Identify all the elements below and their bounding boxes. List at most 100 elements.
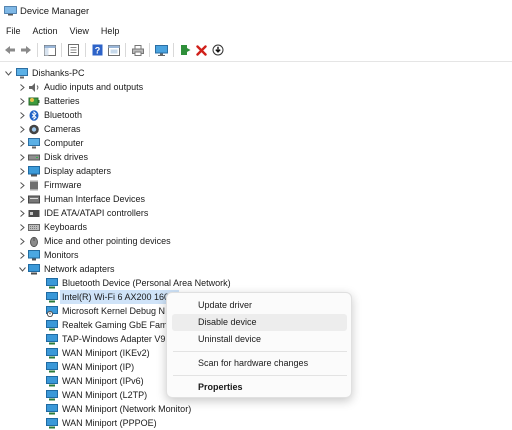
network-adapter-item[interactable]: Realtek Gaming GbE Famil — [46, 318, 172, 332]
network-adapter-item[interactable]: WAN Miniport (IP) — [46, 360, 134, 374]
menu-view[interactable]: View — [64, 23, 95, 39]
network-adapter-label: TAP-Windows Adapter V9 — [62, 334, 166, 344]
uninstall-device-menu-item[interactable]: Uninstall device — [172, 331, 347, 348]
camera-icon — [28, 124, 40, 135]
properties-sheet-icon[interactable] — [67, 44, 80, 57]
tree-category-human-interface-devices[interactable]: Human Interface Devices — [18, 192, 145, 206]
toolbar-separator — [85, 43, 86, 57]
speaker-icon — [28, 82, 40, 93]
network-adapter-label: Realtek Gaming GbE Famil — [62, 320, 172, 330]
chevron-right-icon[interactable] — [18, 153, 26, 161]
category-label: Keyboards — [44, 222, 88, 232]
tree-category-batteries[interactable]: Batteries — [18, 94, 80, 108]
menu-action[interactable]: Action — [27, 23, 64, 39]
net-adapter-warning-icon — [46, 305, 58, 317]
display-icon — [28, 165, 40, 177]
network-adapter-item[interactable]: WAN Miniport (IPv6) — [46, 374, 144, 388]
chevron-right-icon[interactable] — [18, 251, 26, 259]
category-label: Human Interface Devices — [44, 194, 146, 204]
network-adapter-label: WAN Miniport (IPv6) — [62, 376, 144, 386]
menu-separator — [173, 351, 347, 352]
disable-device-menu-item[interactable]: Disable device — [172, 314, 347, 331]
tree-category-network-adapters[interactable]: Network adapters — [18, 262, 115, 276]
category-label: Monitors — [44, 250, 79, 260]
tree-category-audio-inputs-and-outputs[interactable]: Audio inputs and outputs — [18, 80, 143, 94]
chevron-down-icon[interactable] — [4, 69, 12, 77]
tree-category-keyboards[interactable]: Keyboards — [18, 220, 87, 234]
scan-hardware-menu-item[interactable]: Scan for hardware changes — [172, 355, 347, 372]
net-adapter-icon — [46, 361, 58, 373]
tree-category-bluetooth[interactable]: Bluetooth — [18, 108, 82, 122]
chevron-right-icon[interactable] — [18, 195, 26, 203]
network-adapter-item[interactable]: Intel(R) Wi-Fi 6 AX200 160M — [46, 290, 179, 304]
chevron-right-icon[interactable] — [18, 111, 26, 119]
tree-category-display-adapters[interactable]: Display adapters — [18, 164, 111, 178]
disk-icon — [28, 152, 40, 163]
svg-text:?: ? — [95, 46, 101, 56]
tree-category-cameras[interactable]: Cameras — [18, 122, 81, 136]
update-driver-icon[interactable] — [179, 44, 192, 57]
forward-arrow-icon[interactable] — [19, 44, 32, 57]
chevron-right-icon[interactable] — [18, 209, 26, 217]
category-label: Bluetooth — [44, 110, 83, 120]
network-adapter-item[interactable]: WAN Miniport (L2TP) — [46, 388, 147, 402]
hid-icon — [28, 194, 40, 205]
root-label: Dishanks-PC — [32, 68, 85, 78]
tree-category-firmware[interactable]: Firmware — [18, 178, 82, 192]
monitor-scan-icon[interactable] — [155, 44, 168, 57]
net-adapter-icon — [46, 417, 58, 429]
properties-menu-item[interactable]: Properties — [172, 379, 347, 396]
network-adapter-item[interactable]: WAN Miniport (IKEv2) — [46, 346, 150, 360]
chevron-right-icon[interactable] — [18, 125, 26, 133]
tree-category-mice-and-other-pointing-devices[interactable]: Mice and other pointing devices — [18, 234, 171, 248]
toolbar-divider — [0, 61, 512, 62]
download-circle-icon[interactable] — [211, 44, 224, 57]
tree-root[interactable]: Dishanks-PC — [4, 66, 85, 80]
tree-category-computer[interactable]: Computer — [18, 136, 84, 150]
network-adapter-item[interactable]: TAP-Windows Adapter V9 — [46, 332, 165, 346]
tree-category-disk-drives[interactable]: Disk drives — [18, 150, 88, 164]
help-icon[interactable]: ? — [91, 44, 104, 57]
network-adapter-label: WAN Miniport (PPPOE) — [62, 418, 157, 428]
monitor-icon — [28, 249, 40, 261]
console-tree-icon[interactable] — [43, 44, 56, 57]
chevron-right-icon[interactable] — [18, 237, 26, 245]
network-adapter-item[interactable]: Bluetooth Device (Personal Area Network) — [46, 276, 231, 290]
category-label: Firmware — [44, 180, 82, 190]
network-adapter-item[interactable]: WAN Miniport (PPPOE) — [46, 416, 157, 430]
title-bar: Device Manager — [0, 0, 512, 22]
computer-icon — [28, 137, 40, 149]
battery-icon — [28, 96, 40, 107]
bluetooth-icon — [28, 109, 40, 121]
chevron-right-icon[interactable] — [18, 167, 26, 175]
back-arrow-icon[interactable] — [3, 44, 16, 57]
tree-category-ide-ata-atapi-controllers[interactable]: IDE ATA/ATAPI controllers — [18, 206, 148, 220]
net-adapter-icon — [46, 375, 58, 387]
view-window-icon[interactable] — [107, 44, 120, 57]
chevron-right-icon[interactable] — [18, 139, 26, 147]
window-title: Device Manager — [20, 6, 90, 17]
print-icon[interactable] — [131, 44, 144, 57]
net-adapter-icon — [46, 347, 58, 359]
chevron-right-icon[interactable] — [18, 223, 26, 231]
update-driver-menu-item[interactable]: Update driver — [172, 297, 347, 314]
net-adapter-icon — [46, 389, 58, 401]
network-adapter-item[interactable]: Microsoft Kernel Debug N — [46, 304, 165, 318]
menu-file[interactable]: File — [0, 23, 27, 39]
menu-separator — [173, 375, 347, 376]
computer-icon — [16, 67, 28, 79]
toolbar: ? — [0, 40, 512, 60]
delete-x-icon[interactable] — [195, 44, 208, 57]
chevron-down-icon[interactable] — [18, 265, 26, 273]
toolbar-separator — [37, 43, 38, 57]
network-adapter-item[interactable]: WAN Miniport (Network Monitor) — [46, 402, 191, 416]
category-label: Batteries — [44, 96, 80, 106]
category-label: Network adapters — [44, 264, 115, 274]
chevron-right-icon[interactable] — [18, 97, 26, 105]
menu-help[interactable]: Help — [95, 23, 126, 39]
chevron-right-icon[interactable] — [18, 181, 26, 189]
keyboard-icon — [28, 222, 40, 233]
category-label: Disk drives — [44, 152, 89, 162]
tree-category-monitors[interactable]: Monitors — [18, 248, 79, 262]
chevron-right-icon[interactable] — [18, 83, 26, 91]
